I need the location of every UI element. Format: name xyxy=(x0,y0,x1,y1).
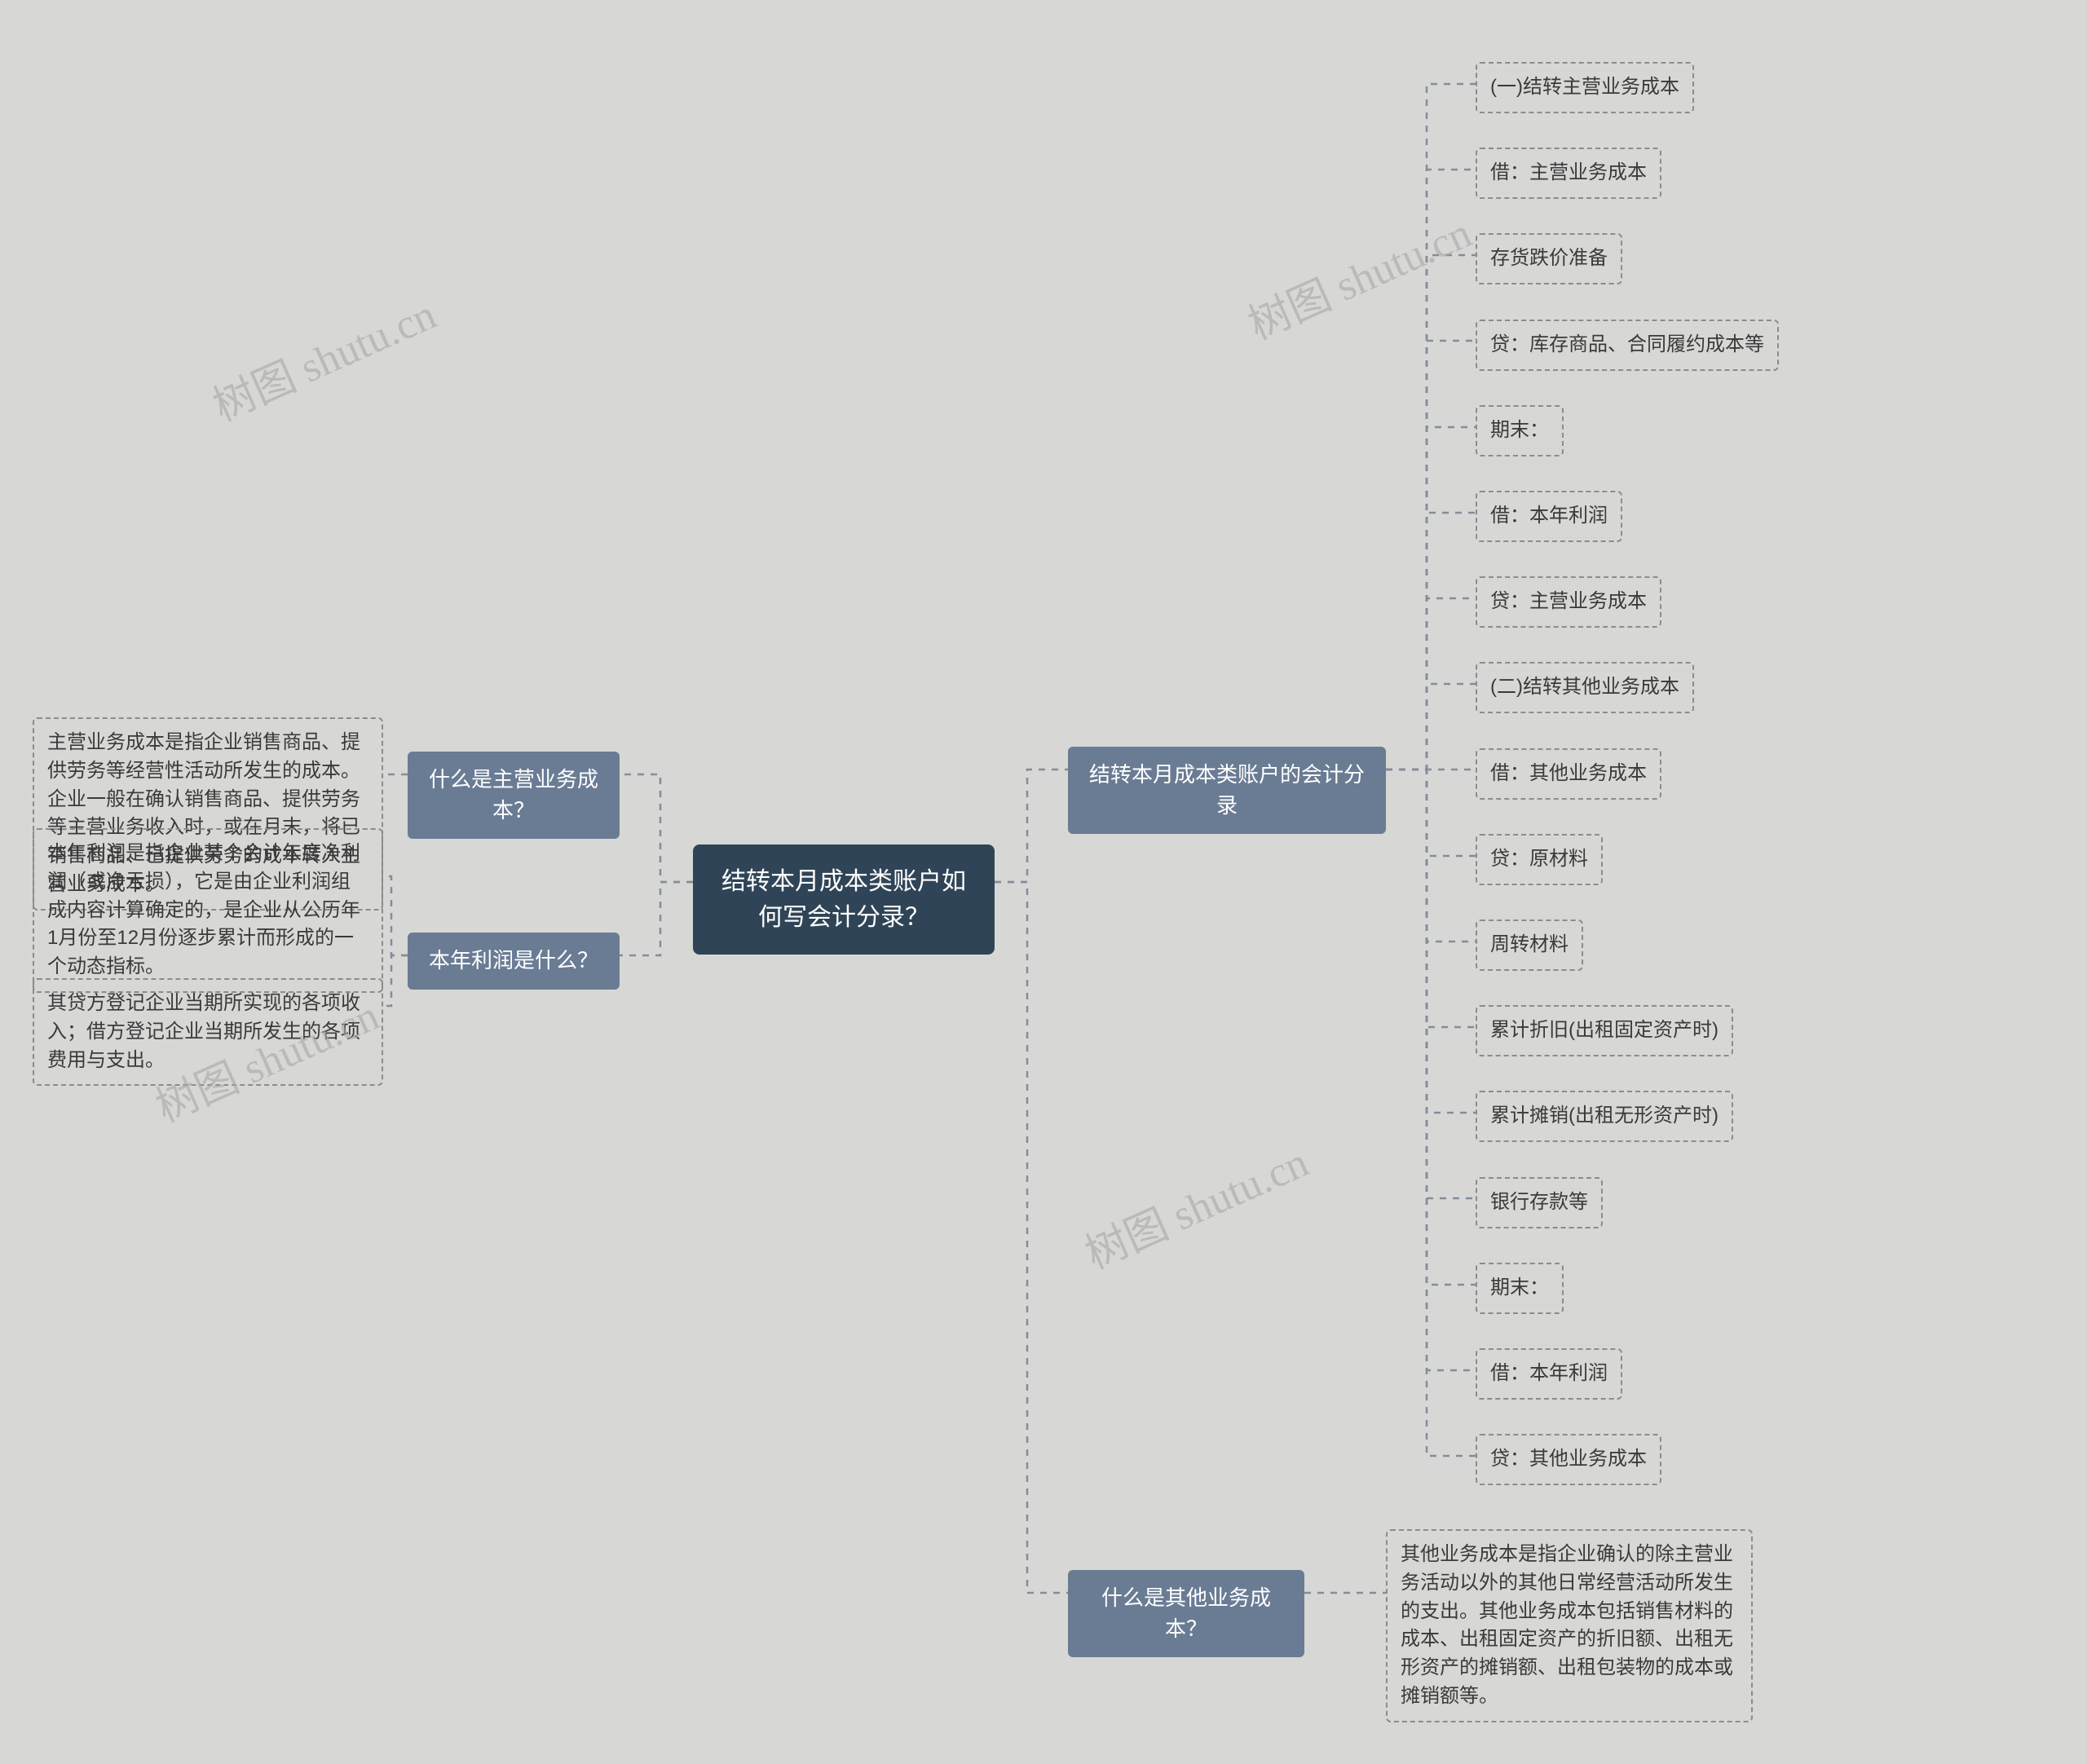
leaf-rt-13: 银行存款等 xyxy=(1476,1177,1603,1228)
leaf-rt-11: 累计折旧(出租固定资产时) xyxy=(1476,1005,1733,1056)
leaf-rt-15-text: 借：本年利润 xyxy=(1490,1362,1608,1384)
branch-left-bottom-label: 本年利润是什么？ xyxy=(429,948,598,972)
leaf-rt-3: 贷：库存商品、合同履约成本等 xyxy=(1476,320,1779,371)
watermark-2-en: shutu.cn xyxy=(1329,210,1478,311)
branch-right-bottom-label: 什么是其他业务成本？ xyxy=(1101,1585,1271,1641)
leaf-rt-6: 贷：主营业务成本 xyxy=(1476,576,1661,628)
leaf-rt-16-text: 贷：其他业务成本 xyxy=(1490,1448,1647,1470)
leaf-rt-16: 贷：其他业务成本 xyxy=(1476,1434,1661,1485)
watermark-4-en: shutu.cn xyxy=(1166,1140,1315,1240)
watermark-1-en: shutu.cn xyxy=(293,292,443,392)
leaf-rt-2-text: 存货跌价准备 xyxy=(1490,247,1608,269)
leaf-rt-0-text: (一)结转主营业务成本 xyxy=(1490,76,1679,98)
watermark-4-cn: 树图 xyxy=(1079,1202,1175,1278)
leaf-rt-7: (二)结转其他业务成本 xyxy=(1476,662,1694,713)
leaf-rt-8-text: 借：其他业务成本 xyxy=(1490,762,1647,784)
leaf-rt-12-text: 累计摊销(出租无形资产时) xyxy=(1490,1105,1719,1127)
leaf-rt-4: 期末： xyxy=(1476,405,1564,456)
root-label: 结转本月成本类账户如何写会计分录？ xyxy=(721,868,966,931)
leaf-left-bottom-desc2: 其贷方登记企业当期所实现的各项收入；借方登记企业当期所发生的各项费用与支出。 xyxy=(33,978,383,1086)
leaf-left-bottom-text1: 本年利润是指企业某个会计年度净利润（或净亏损），它是由企业利润组成内容计算确定的… xyxy=(47,842,360,977)
leaf-rt-11-text: 累计折旧(出租固定资产时) xyxy=(1490,1019,1719,1041)
leaf-rt-0: (一)结转主营业务成本 xyxy=(1476,62,1694,113)
leaf-rt-1-text: 借：主营业务成本 xyxy=(1490,161,1647,183)
leaf-rt-5: 借：本年利润 xyxy=(1476,491,1622,542)
leaf-rt-15: 借：本年利润 xyxy=(1476,1348,1622,1400)
branch-right-top[interactable]: 结转本月成本类账户的会计分录 xyxy=(1068,747,1386,834)
watermark-1: 树图 shutu.cn xyxy=(201,280,443,433)
leaf-rt-5-text: 借：本年利润 xyxy=(1490,505,1608,527)
leaf-rt-14-text: 期末： xyxy=(1490,1277,1549,1299)
leaf-rt-10-text: 周转材料 xyxy=(1490,933,1569,955)
leaf-rt-9: 贷：原材料 xyxy=(1476,834,1603,885)
branch-right-bottom[interactable]: 什么是其他业务成本？ xyxy=(1068,1570,1304,1657)
branch-left-top[interactable]: 什么是主营业务成本？ xyxy=(408,752,620,839)
leaf-rt-9-text: 贷：原材料 xyxy=(1490,848,1588,870)
leaf-rt-12: 累计摊销(出租无形资产时) xyxy=(1476,1091,1733,1142)
branch-right-top-label: 结转本月成本类账户的会计分录 xyxy=(1089,762,1365,818)
leaf-right-bottom-desc: 其他业务成本是指企业确认的除主营业务活动以外的其他日常经营活动所发生的支出。其他… xyxy=(1386,1529,1753,1722)
leaf-rt-3-text: 贷：库存商品、合同履约成本等 xyxy=(1490,333,1764,355)
leaf-rt-6-text: 贷：主营业务成本 xyxy=(1490,590,1647,612)
leaf-rt-8: 借：其他业务成本 xyxy=(1476,748,1661,800)
leaf-right-bottom-text: 其他业务成本是指企业确认的除主营业务活动以外的其他日常经营活动所发生的支出。其他… xyxy=(1401,1543,1733,1707)
watermark-4: 树图 shutu.cn xyxy=(1074,1128,1316,1281)
watermark-2: 树图 shutu.cn xyxy=(1237,199,1479,351)
leaf-rt-2: 存货跌价准备 xyxy=(1476,233,1622,284)
leaf-rt-1: 借：主营业务成本 xyxy=(1476,148,1661,199)
root-node[interactable]: 结转本月成本类账户如何写会计分录？ xyxy=(693,845,995,955)
leaf-left-bottom-text2: 其贷方登记企业当期所实现的各项收入；借方登记企业当期所发生的各项费用与支出。 xyxy=(47,992,360,1071)
leaf-rt-14: 期末： xyxy=(1476,1263,1564,1314)
leaf-rt-13-text: 银行存款等 xyxy=(1490,1191,1588,1213)
watermark-2-cn: 树图 xyxy=(1242,272,1338,349)
watermark-1-cn: 树图 xyxy=(206,354,302,430)
branch-left-top-label: 什么是主营业务成本？ xyxy=(429,767,598,822)
leaf-left-bottom-desc1: 本年利润是指企业某个会计年度净利润（或净亏损），它是由企业利润组成内容计算确定的… xyxy=(33,828,383,993)
mindmap-canvas: 结转本月成本类账户如何写会计分录？ 什么是主营业务成本？ 主营业务成本是指企业销… xyxy=(0,0,2087,1764)
branch-left-bottom[interactable]: 本年利润是什么？ xyxy=(408,933,620,990)
leaf-rt-10: 周转材料 xyxy=(1476,919,1583,971)
leaf-rt-4-text: 期末： xyxy=(1490,419,1549,441)
leaf-rt-7-text: (二)结转其他业务成本 xyxy=(1490,676,1679,698)
